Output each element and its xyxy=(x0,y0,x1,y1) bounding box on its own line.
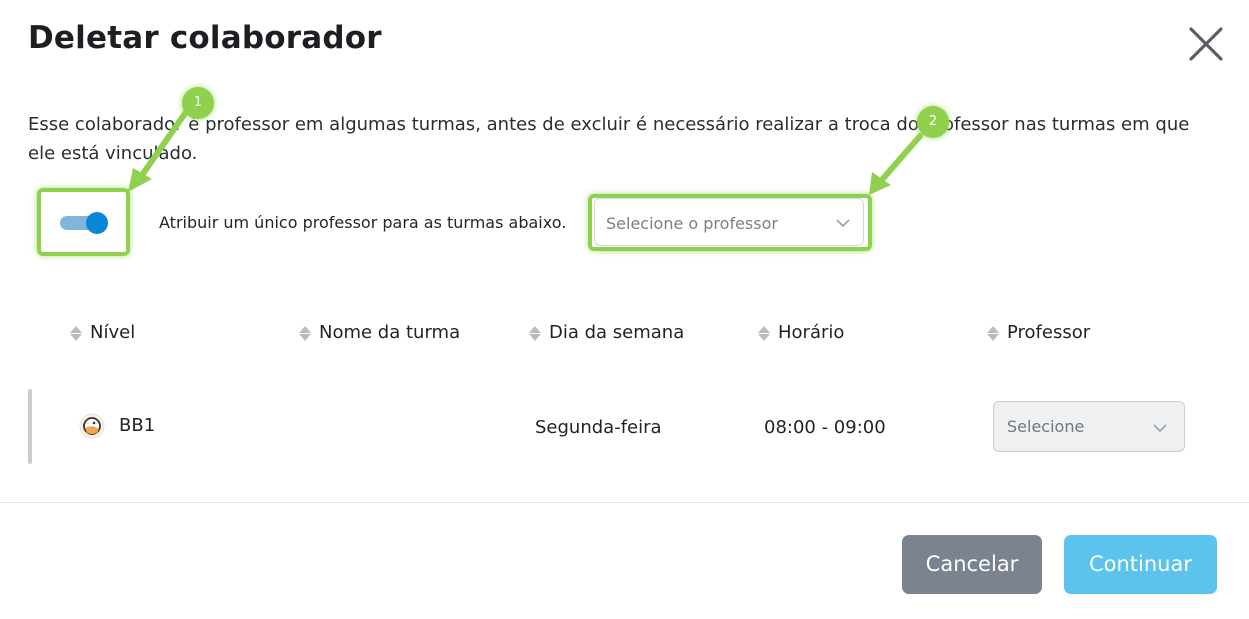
column-header-dia-semana[interactable]: Dia da semana xyxy=(529,322,684,343)
sort-icon xyxy=(299,324,311,342)
single-teacher-toggle[interactable] xyxy=(60,212,108,234)
dialog-description: Esse colaborador é professor em algumas … xyxy=(28,114,1190,164)
sort-icon xyxy=(987,324,999,342)
sort-icon xyxy=(70,324,82,342)
column-header-nivel[interactable]: Nível xyxy=(70,322,135,343)
row-teacher-select-placeholder: Selecione xyxy=(1007,417,1085,436)
close-icon[interactable] xyxy=(1186,24,1226,64)
table-row-indicator xyxy=(28,389,32,464)
sort-icon xyxy=(758,324,770,342)
cell-nivel: BB1 xyxy=(119,415,156,436)
column-header-professor[interactable]: Professor xyxy=(987,322,1090,343)
cancel-button[interactable]: Cancelar xyxy=(902,535,1042,594)
level-icon xyxy=(79,413,105,439)
continue-button[interactable]: Continuar xyxy=(1064,535,1217,594)
dialog-title: Deletar colaborador xyxy=(28,20,382,56)
column-header-nome-turma[interactable]: Nome da turma xyxy=(299,322,460,343)
sort-icon xyxy=(529,324,541,342)
single-teacher-label: Atribuir um único professor para as turm… xyxy=(159,213,567,232)
row-teacher-select[interactable]: Selecione xyxy=(993,401,1185,452)
cell-dia-semana: Segunda-feira xyxy=(535,417,662,438)
footer-divider xyxy=(0,502,1249,503)
annotation-badge-1: 1 xyxy=(182,87,214,119)
toggle-knob xyxy=(86,212,108,234)
cell-horario: 08:00 - 09:00 xyxy=(764,417,886,438)
chevron-down-icon xyxy=(836,219,850,228)
chevron-down-icon xyxy=(1153,424,1167,433)
annotation-badge-2: 2 xyxy=(917,106,949,138)
teacher-select-placeholder: Selecione o professor xyxy=(606,214,778,233)
column-header-horario[interactable]: Horário xyxy=(758,322,844,343)
teacher-select[interactable]: Selecione o professor xyxy=(594,198,864,246)
